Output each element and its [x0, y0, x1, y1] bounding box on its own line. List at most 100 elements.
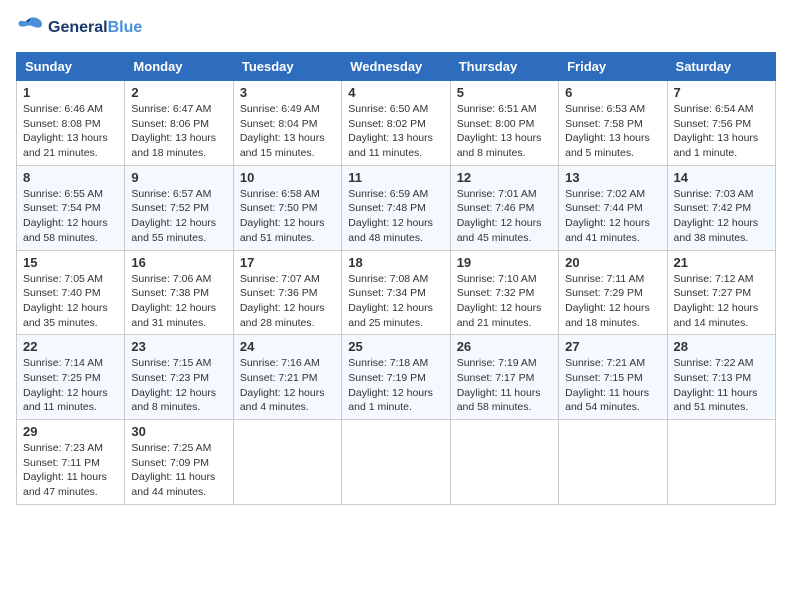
- cell-sunrise: Sunrise: 7:06 AM: [131, 272, 226, 287]
- table-row: 19 Sunrise: 7:10 AM Sunset: 7:32 PM Dayl…: [450, 250, 558, 335]
- day-number: 11: [348, 170, 443, 185]
- day-number: 3: [240, 85, 335, 100]
- col-tuesday: Tuesday: [233, 53, 341, 81]
- day-number: 6: [565, 85, 660, 100]
- cell-sunrise: Sunrise: 7:07 AM: [240, 272, 335, 287]
- cell-sunset: Sunset: 7:23 PM: [131, 371, 226, 386]
- day-number: 13: [565, 170, 660, 185]
- cell-sunset: Sunset: 7:40 PM: [23, 286, 118, 301]
- table-row: 28 Sunrise: 7:22 AM Sunset: 7:13 PM Dayl…: [667, 335, 775, 420]
- cell-daylight: Daylight: 11 hours and 47 minutes.: [23, 470, 118, 499]
- cell-sunset: Sunset: 7:15 PM: [565, 371, 660, 386]
- day-number: 9: [131, 170, 226, 185]
- cell-daylight: Daylight: 12 hours and 18 minutes.: [565, 301, 660, 330]
- table-row: 16 Sunrise: 7:06 AM Sunset: 7:38 PM Dayl…: [125, 250, 233, 335]
- cell-daylight: Daylight: 13 hours and 8 minutes.: [457, 131, 552, 160]
- cell-sunrise: Sunrise: 7:21 AM: [565, 356, 660, 371]
- table-row: 6 Sunrise: 6:53 AM Sunset: 7:58 PM Dayli…: [559, 81, 667, 166]
- cell-sunrise: Sunrise: 7:25 AM: [131, 441, 226, 456]
- cell-sunrise: Sunrise: 7:14 AM: [23, 356, 118, 371]
- cell-daylight: Daylight: 12 hours and 4 minutes.: [240, 386, 335, 415]
- table-row: [559, 420, 667, 505]
- cell-sunrise: Sunrise: 6:50 AM: [348, 102, 443, 117]
- logo-bird-icon: [16, 16, 44, 40]
- cell-daylight: Daylight: 13 hours and 18 minutes.: [131, 131, 226, 160]
- cell-daylight: Daylight: 12 hours and 14 minutes.: [674, 301, 769, 330]
- logo-text: GeneralBlue: [48, 19, 142, 37]
- cell-daylight: Daylight: 12 hours and 48 minutes.: [348, 216, 443, 245]
- cell-sunrise: Sunrise: 7:16 AM: [240, 356, 335, 371]
- calendar-week-row: 29 Sunrise: 7:23 AM Sunset: 7:11 PM Dayl…: [17, 420, 776, 505]
- cell-sunset: Sunset: 7:13 PM: [674, 371, 769, 386]
- cell-sunset: Sunset: 7:56 PM: [674, 117, 769, 132]
- cell-daylight: Daylight: 11 hours and 58 minutes.: [457, 386, 552, 415]
- cell-daylight: Daylight: 12 hours and 58 minutes.: [23, 216, 118, 245]
- day-number: 12: [457, 170, 552, 185]
- cell-sunrise: Sunrise: 6:58 AM: [240, 187, 335, 202]
- calendar-week-row: 8 Sunrise: 6:55 AM Sunset: 7:54 PM Dayli…: [17, 165, 776, 250]
- table-row: 21 Sunrise: 7:12 AM Sunset: 7:27 PM Dayl…: [667, 250, 775, 335]
- cell-daylight: Daylight: 12 hours and 45 minutes.: [457, 216, 552, 245]
- day-number: 5: [457, 85, 552, 100]
- cell-sunrise: Sunrise: 6:46 AM: [23, 102, 118, 117]
- cell-daylight: Daylight: 12 hours and 38 minutes.: [674, 216, 769, 245]
- calendar-header-row: Sunday Monday Tuesday Wednesday Thursday…: [17, 53, 776, 81]
- day-number: 26: [457, 339, 552, 354]
- day-number: 28: [674, 339, 769, 354]
- day-number: 22: [23, 339, 118, 354]
- cell-daylight: Daylight: 12 hours and 11 minutes.: [23, 386, 118, 415]
- cell-sunset: Sunset: 8:02 PM: [348, 117, 443, 132]
- table-row: 17 Sunrise: 7:07 AM Sunset: 7:36 PM Dayl…: [233, 250, 341, 335]
- cell-sunset: Sunset: 7:34 PM: [348, 286, 443, 301]
- table-row: 7 Sunrise: 6:54 AM Sunset: 7:56 PM Dayli…: [667, 81, 775, 166]
- cell-sunset: Sunset: 7:32 PM: [457, 286, 552, 301]
- day-number: 17: [240, 255, 335, 270]
- table-row: 23 Sunrise: 7:15 AM Sunset: 7:23 PM Dayl…: [125, 335, 233, 420]
- table-row: 15 Sunrise: 7:05 AM Sunset: 7:40 PM Dayl…: [17, 250, 125, 335]
- cell-sunset: Sunset: 7:54 PM: [23, 201, 118, 216]
- day-number: 27: [565, 339, 660, 354]
- cell-sunset: Sunset: 8:04 PM: [240, 117, 335, 132]
- cell-sunrise: Sunrise: 6:55 AM: [23, 187, 118, 202]
- cell-daylight: Daylight: 12 hours and 51 minutes.: [240, 216, 335, 245]
- table-row: 2 Sunrise: 6:47 AM Sunset: 8:06 PM Dayli…: [125, 81, 233, 166]
- day-number: 30: [131, 424, 226, 439]
- table-row: 8 Sunrise: 6:55 AM Sunset: 7:54 PM Dayli…: [17, 165, 125, 250]
- day-number: 24: [240, 339, 335, 354]
- cell-daylight: Daylight: 11 hours and 44 minutes.: [131, 470, 226, 499]
- cell-sunset: Sunset: 7:11 PM: [23, 456, 118, 471]
- cell-daylight: Daylight: 11 hours and 51 minutes.: [674, 386, 769, 415]
- calendar-week-row: 22 Sunrise: 7:14 AM Sunset: 7:25 PM Dayl…: [17, 335, 776, 420]
- table-row: 30 Sunrise: 7:25 AM Sunset: 7:09 PM Dayl…: [125, 420, 233, 505]
- day-number: 10: [240, 170, 335, 185]
- day-number: 15: [23, 255, 118, 270]
- table-row: 1 Sunrise: 6:46 AM Sunset: 8:08 PM Dayli…: [17, 81, 125, 166]
- table-row: 5 Sunrise: 6:51 AM Sunset: 8:00 PM Dayli…: [450, 81, 558, 166]
- cell-sunset: Sunset: 7:19 PM: [348, 371, 443, 386]
- day-number: 19: [457, 255, 552, 270]
- day-number: 18: [348, 255, 443, 270]
- cell-daylight: Daylight: 12 hours and 55 minutes.: [131, 216, 226, 245]
- table-row: 12 Sunrise: 7:01 AM Sunset: 7:46 PM Dayl…: [450, 165, 558, 250]
- table-row: [667, 420, 775, 505]
- table-row: 26 Sunrise: 7:19 AM Sunset: 7:17 PM Dayl…: [450, 335, 558, 420]
- cell-sunset: Sunset: 7:46 PM: [457, 201, 552, 216]
- table-row: 13 Sunrise: 7:02 AM Sunset: 7:44 PM Dayl…: [559, 165, 667, 250]
- col-sunday: Sunday: [17, 53, 125, 81]
- day-number: 1: [23, 85, 118, 100]
- day-number: 16: [131, 255, 226, 270]
- page-header: GeneralBlue: [16, 16, 776, 40]
- cell-sunset: Sunset: 8:06 PM: [131, 117, 226, 132]
- cell-daylight: Daylight: 12 hours and 35 minutes.: [23, 301, 118, 330]
- cell-sunset: Sunset: 7:48 PM: [348, 201, 443, 216]
- cell-sunrise: Sunrise: 7:05 AM: [23, 272, 118, 287]
- cell-sunset: Sunset: 7:36 PM: [240, 286, 335, 301]
- cell-sunrise: Sunrise: 6:53 AM: [565, 102, 660, 117]
- cell-sunset: Sunset: 7:21 PM: [240, 371, 335, 386]
- cell-daylight: Daylight: 13 hours and 21 minutes.: [23, 131, 118, 160]
- table-row: [450, 420, 558, 505]
- table-row: 29 Sunrise: 7:23 AM Sunset: 7:11 PM Dayl…: [17, 420, 125, 505]
- col-saturday: Saturday: [667, 53, 775, 81]
- cell-sunrise: Sunrise: 6:49 AM: [240, 102, 335, 117]
- cell-sunrise: Sunrise: 7:02 AM: [565, 187, 660, 202]
